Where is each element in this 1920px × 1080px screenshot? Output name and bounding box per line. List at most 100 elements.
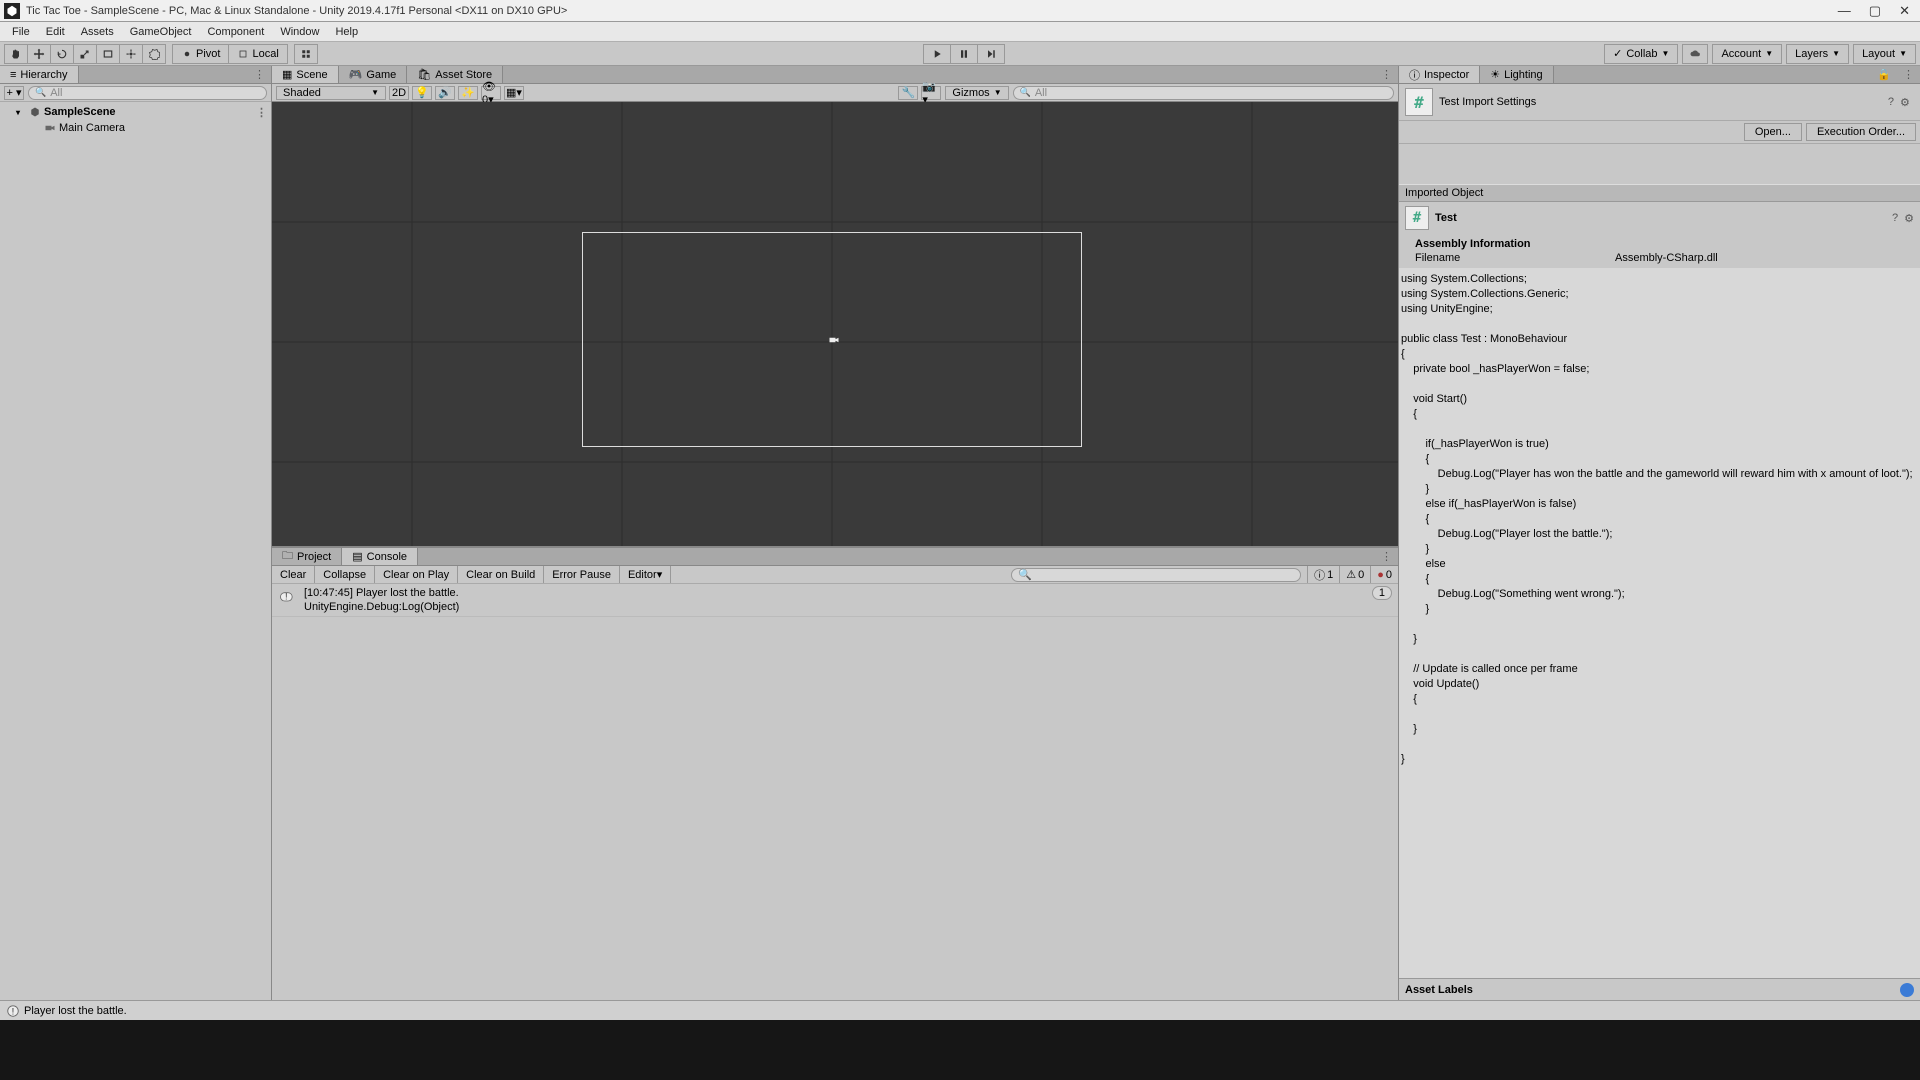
status-bar: ! Player lost the battle. (0, 1000, 1920, 1020)
scene-search[interactable]: 🔍All (1013, 86, 1394, 100)
grid-dropdown[interactable]: ▦▾ (504, 86, 524, 100)
asset-label-menu-icon[interactable] (1900, 983, 1914, 997)
menu-edit[interactable]: Edit (38, 24, 73, 40)
lighting-icon: ☀ (1490, 68, 1500, 81)
filename-value: Assembly-CSharp.dll (1615, 252, 1718, 264)
layout-dropdown[interactable]: Layout▼ (1853, 44, 1916, 64)
console-tab[interactable]: ▤ Console (342, 548, 418, 565)
info-count-toggle[interactable]: ⓘ1 (1307, 566, 1339, 583)
maximize-button[interactable]: ▢ (1869, 3, 1881, 19)
shading-mode-dropdown[interactable]: Shaded▼ (276, 86, 386, 100)
local-toggle[interactable]: Local (228, 44, 287, 64)
hand-tool[interactable] (4, 44, 28, 64)
create-dropdown[interactable]: + ▾ (4, 86, 24, 100)
account-dropdown[interactable]: Account▼ (1712, 44, 1782, 64)
menu-window[interactable]: Window (272, 24, 327, 40)
hierarchy-tab[interactable]: ≡ Hierarchy (0, 66, 79, 83)
help-icon[interactable]: ? (1892, 212, 1898, 224)
scene-view[interactable] (272, 102, 1398, 546)
help-icon[interactable]: ? (1888, 96, 1894, 108)
info-icon: ⓘ (1314, 567, 1325, 583)
custom-tool[interactable] (142, 44, 166, 64)
window-title: Tic Tac Toe - SampleScene - PC, Mac & Li… (26, 5, 1838, 17)
menu-component[interactable]: Component (199, 24, 272, 40)
status-info-icon: ! (6, 1004, 20, 1018)
log-info-icon: ! (278, 586, 298, 606)
warn-count-toggle[interactable]: ⚠0 (1339, 566, 1370, 583)
clear-on-build-toggle[interactable]: Clear on Build (458, 566, 544, 583)
menu-assets[interactable]: Assets (73, 24, 122, 40)
log-collapse-count: 1 (1372, 586, 1392, 600)
import-settings-title: Test Import Settings (1439, 96, 1882, 108)
fx-toggle[interactable]: ✨ (458, 86, 478, 100)
inspector-panel-menu-icon[interactable]: ⋮ (1897, 66, 1920, 83)
execution-order-button[interactable]: Execution Order... (1806, 123, 1916, 141)
camera-toggle[interactable]: 📷▾ (921, 86, 941, 100)
game-tab[interactable]: 🎮 Game (339, 66, 408, 83)
2d-toggle[interactable]: 2D (389, 86, 409, 100)
hierarchy-item-main-camera[interactable]: Main Camera (0, 120, 271, 136)
project-tab[interactable]: 🗀 Project (272, 548, 342, 565)
audio-toggle[interactable]: 🔊 (435, 86, 455, 100)
console-search[interactable]: 🔍 (1011, 568, 1301, 582)
game-icon: 🎮 (349, 68, 363, 81)
scene-panel-menu-icon[interactable]: ⋮ (1375, 66, 1398, 83)
rotate-tool[interactable] (50, 44, 74, 64)
gear-icon[interactable]: ⚙ (1900, 96, 1914, 109)
scene-icon: ▦ (282, 68, 292, 81)
lock-icon[interactable]: 🔒 (1871, 66, 1897, 83)
clear-on-play-toggle[interactable]: Clear on Play (375, 566, 458, 583)
lighting-toggle[interactable]: 💡 (412, 86, 432, 100)
minimize-button[interactable]: — (1838, 3, 1851, 19)
cloud-button[interactable] (1682, 44, 1708, 64)
status-message: Player lost the battle. (24, 1005, 127, 1017)
console-log-list: ! [10:47:45] Player lost the battle. Uni… (272, 584, 1398, 1000)
csharp-script-icon: # (1405, 206, 1429, 230)
scale-tool[interactable] (73, 44, 97, 64)
main-toolbar: Pivot Local ✓ Collab▼ Account▼ Layers▼ L… (0, 42, 1920, 66)
gizmos-dropdown[interactable]: Gizmos▼ (945, 86, 1008, 100)
snap-toggle[interactable] (294, 44, 318, 64)
hierarchy-search[interactable]: 🔍 All (28, 86, 267, 100)
panel-menu-icon[interactable]: ⋮ (248, 66, 271, 83)
filename-label: Filename (1415, 252, 1615, 264)
editor-dropdown[interactable]: Editor ▾ (620, 566, 671, 583)
menu-help[interactable]: Help (327, 24, 366, 40)
console-panel-menu-icon[interactable]: ⋮ (1375, 548, 1398, 565)
scene-menu-icon[interactable]: ⋮ (256, 106, 271, 119)
hierarchy-icon: ≡ (10, 69, 16, 81)
search-icon: 🔍 (35, 87, 46, 98)
console-log-entry[interactable]: ! [10:47:45] Player lost the battle. Uni… (272, 584, 1398, 617)
rect-tool[interactable] (96, 44, 120, 64)
lighting-tab[interactable]: ☀ Lighting (1480, 66, 1553, 83)
scene-tab[interactable]: ▦ Scene (272, 66, 339, 83)
error-pause-toggle[interactable]: Error Pause (544, 566, 620, 583)
script-name: Test (1435, 212, 1457, 224)
hidden-toggle[interactable]: 👁0▾ (481, 86, 501, 100)
collab-dropdown[interactable]: ✓ Collab▼ (1604, 44, 1678, 64)
collapse-toggle[interactable]: Collapse (315, 566, 375, 583)
pivot-toggle[interactable]: Pivot (172, 44, 229, 64)
clear-button[interactable]: Clear (272, 566, 315, 583)
unity-scene-icon (29, 106, 41, 118)
error-count-toggle[interactable]: ●0 (1370, 566, 1398, 583)
scene-row[interactable]: ▾ SampleScene ⋮ (0, 104, 271, 120)
menu-gameobject[interactable]: GameObject (122, 24, 200, 40)
close-button[interactable]: ✕ (1899, 3, 1910, 19)
inspector-tab[interactable]: ⓘ Inspector (1399, 66, 1480, 83)
open-button[interactable]: Open... (1744, 123, 1802, 141)
camera-icon (44, 122, 56, 134)
move-tool[interactable] (27, 44, 51, 64)
play-button[interactable] (923, 44, 951, 64)
imported-object-header: Imported Object (1399, 184, 1920, 202)
foldout-icon[interactable]: ▾ (16, 108, 26, 117)
step-button[interactable] (977, 44, 1005, 64)
layers-dropdown[interactable]: Layers▼ (1786, 44, 1849, 64)
gear-icon[interactable]: ⚙ (1904, 212, 1914, 225)
tools-toggle[interactable]: 🔧 (898, 86, 918, 100)
pause-button[interactable] (950, 44, 978, 64)
store-icon: 🛍 (417, 68, 431, 81)
asset-labels-header: Asset Labels (1405, 984, 1473, 996)
transform-tool[interactable] (119, 44, 143, 64)
menu-file[interactable]: File (4, 24, 38, 40)
